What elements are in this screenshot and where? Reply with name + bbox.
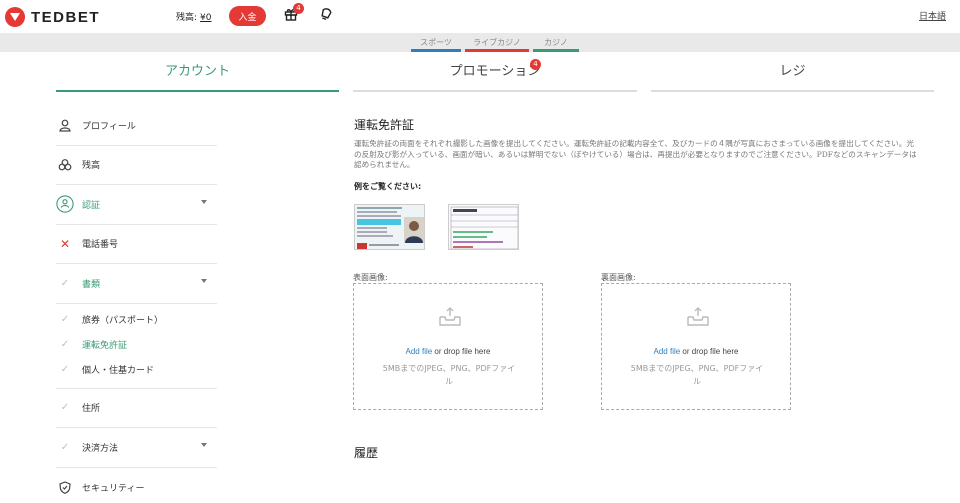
tab-account-indicator	[56, 90, 339, 92]
sidebar-item-label: 個人・住基カード	[82, 365, 155, 376]
sidebar-item-label: 運転免許証	[82, 340, 128, 351]
balance-amount[interactable]: ¥0	[200, 13, 211, 23]
sidebar-item-payment[interactable]: ✓ 決済方法	[56, 428, 217, 468]
notifications-button[interactable]	[319, 7, 335, 23]
license-upload-panel: 運転免許証 運転免許証の両面をそれぞれ撮影した画像を提出してください。運転免許証…	[354, 116, 920, 250]
top-bar: TEDBET 残高: ¥0 入金 4 日本語	[0, 0, 960, 33]
documents-submenu: ✓ 旅券（パスポート） ✓ 運転免許証 ✓ 個人・住基カード	[56, 304, 217, 389]
license-front-example	[354, 203, 425, 250]
sidebar-item-label: 電話番号	[82, 240, 119, 251]
verified-user-icon	[56, 194, 74, 214]
sidebar-item-label: 旅券（パスポート）	[82, 315, 164, 326]
dropzone-prompt: Add file or drop file here	[602, 347, 790, 356]
sidebar-item-label: 住所	[82, 404, 101, 415]
close-icon: ✕	[59, 236, 71, 251]
instructions-text: 運転免許証の両面をそれぞれ撮影した画像を提出してください。運転免許証の記載内容全…	[354, 139, 917, 169]
example-label: 例をご覧ください:	[354, 181, 422, 191]
shield-icon	[56, 481, 74, 494]
tab-account[interactable]: アカウント	[56, 60, 339, 92]
tab-cashier[interactable]: レジ	[651, 60, 934, 92]
tab-promotion-indicator	[353, 90, 637, 92]
nav-sports[interactable]: スポーツ	[411, 37, 461, 52]
deposit-button[interactable]: 入金	[229, 6, 266, 26]
nav-casino[interactable]: カジノ	[533, 37, 579, 52]
sidebar-item-documents[interactable]: ✓ 書類	[56, 264, 217, 304]
bell-icon	[321, 8, 332, 21]
example-images	[354, 203, 920, 250]
sidebar-subitem-personal-card[interactable]: ✓ 個人・住基カード	[56, 357, 217, 382]
dropzone-prompt: Add file or drop file here	[354, 347, 542, 356]
language-selector[interactable]: 日本語	[919, 9, 946, 22]
brand-name: TEDBET	[31, 8, 100, 26]
nav-casino-label: カジノ	[544, 38, 568, 47]
product-nav: スポーツ ライブカジノ カジノ	[0, 33, 960, 52]
check-icon: ✓	[60, 277, 70, 289]
check-icon: ✓	[60, 363, 70, 375]
nav-casino-underline	[533, 49, 579, 52]
account-tabs: アカウント プロモーション 4 レジ	[56, 59, 934, 92]
sidebar-item-label: 決済方法	[82, 443, 119, 454]
sidebar-item-security[interactable]: セキュリティー	[56, 468, 217, 503]
brand-logo[interactable]: TEDBET	[5, 7, 100, 27]
nav-live-casino[interactable]: ライブカジノ	[465, 37, 529, 52]
front-image-dropzone[interactable]: Add file or drop file here 5MBまでのJPEG、PN…	[353, 283, 543, 410]
nav-sports-underline	[411, 49, 461, 52]
sidebar-item-label: プロフィール	[82, 121, 136, 132]
tab-promotion[interactable]: プロモーション 4	[353, 59, 637, 92]
sidebar-item-label: 書類	[82, 279, 101, 290]
sidebar-item-profile[interactable]: プロフィール	[56, 106, 217, 146]
file-requirements: 5MBまでのJPEG、PNG、PDFファイル	[382, 364, 516, 386]
sidebar-item-address[interactable]: ✓ 住所	[56, 389, 217, 428]
gift-button[interactable]: 4	[284, 3, 304, 23]
drop-text: or drop file here	[432, 347, 491, 356]
drop-text: or drop file here	[680, 347, 739, 356]
nav-sports-label: スポーツ	[420, 38, 452, 47]
coins-icon	[56, 158, 74, 171]
sidebar-item-balance[interactable]: 残高	[56, 146, 217, 185]
promotion-badge: 4	[530, 59, 541, 70]
upload-icon	[438, 307, 462, 330]
nav-live-casino-underline	[465, 49, 529, 52]
check-icon: ✓	[60, 402, 70, 414]
tab-cashier-label: レジ	[779, 64, 806, 79]
sidebar-item-label: 認証	[82, 200, 101, 211]
history-heading: 履歴	[354, 446, 379, 460]
tab-promotion-label: プロモーション	[449, 64, 541, 79]
front-image-label: 表面画像:	[353, 273, 388, 282]
user-icon	[56, 119, 74, 132]
sidebar-item-phone[interactable]: ✕ 電話番号	[56, 225, 217, 264]
sidebar-item-label: セキュリティー	[82, 483, 145, 494]
sidebar-item-label: 残高	[82, 161, 101, 172]
upload-icon	[686, 307, 710, 330]
back-image-dropzone[interactable]: Add file or drop file here 5MBまでのJPEG、PN…	[601, 283, 791, 410]
chevron-down-icon	[201, 200, 207, 204]
check-icon: ✓	[60, 441, 70, 453]
page-title: 運転免許証	[354, 118, 415, 132]
tab-cashier-indicator	[651, 90, 934, 92]
chevron-down-icon	[201, 279, 207, 283]
tab-account-label: アカウント	[164, 64, 230, 79]
sidebar-subitem-license[interactable]: ✓ 運転免許証	[56, 332, 217, 357]
add-file-link[interactable]: Add file	[654, 347, 681, 356]
back-image-label: 裏面画像:	[601, 273, 636, 282]
check-icon: ✓	[60, 338, 70, 350]
nav-live-casino-label: ライブカジノ	[473, 38, 521, 47]
logo-icon	[5, 7, 25, 27]
chevron-down-icon	[201, 443, 207, 447]
account-sidebar: プロフィール 残高 認証 ✕ 電話番号 ✓ 書類 ✓ 旅券（パスポート） ✓ 運…	[56, 106, 217, 503]
sidebar-item-verification[interactable]: 認証	[56, 185, 217, 225]
license-back-example	[448, 203, 519, 250]
sidebar-subitem-passport[interactable]: ✓ 旅券（パスポート）	[56, 307, 217, 332]
gift-badge: 4	[293, 3, 304, 14]
check-icon: ✓	[60, 313, 70, 325]
balance-label: 残高:	[176, 13, 198, 23]
balance-display: 残高: ¥0	[176, 10, 212, 23]
file-requirements: 5MBまでのJPEG、PNG、PDFファイル	[630, 364, 764, 386]
add-file-link[interactable]: Add file	[406, 347, 433, 356]
